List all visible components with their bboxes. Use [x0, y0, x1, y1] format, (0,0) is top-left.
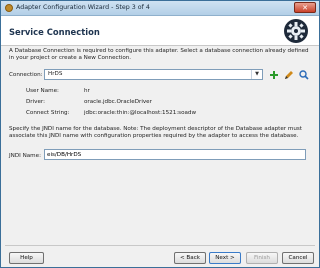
wizard-window: Adapter Configuration Wizard - Step 3 of… — [0, 0, 320, 268]
jndi-name-label: JNDI Name: — [9, 153, 41, 159]
gear-icon — [284, 19, 308, 43]
connection-select[interactable]: HrDS ▼ — [44, 69, 263, 80]
search-icon[interactable] — [299, 70, 309, 80]
driver-value: oracle.jdbc.OracleDriver — [84, 99, 152, 105]
title-bar: Adapter Configuration Wizard - Step 3 of… — [1, 1, 319, 16]
user-name-value: hr — [84, 88, 90, 94]
jndi-name-field[interactable] — [44, 149, 306, 160]
wizard-header: Service Connection — [1, 16, 319, 46]
connection-label: Connection: — [9, 72, 43, 78]
jndi-description: Specify the JNDI name for the database. … — [9, 126, 302, 140]
next-button[interactable]: Next > — [209, 252, 241, 264]
connect-string-value: jdbc:oracle:thin:@localhost:1521:soadw — [84, 110, 197, 116]
intro-text: A Database Connection is required to con… — [9, 48, 309, 62]
cancel-button[interactable]: Cancel — [282, 252, 314, 264]
chevron-down-icon[interactable]: ▼ — [251, 70, 262, 79]
help-button[interactable]: Help — [9, 252, 44, 264]
add-icon[interactable] — [269, 70, 279, 80]
finish-button: Finish — [246, 252, 278, 264]
connection-value: HrDS — [48, 71, 63, 77]
jndi-name-input[interactable] — [45, 150, 305, 159]
connect-string-label: Connect String: — [26, 110, 70, 116]
window-title: Adapter Configuration Wizard - Step 3 of… — [16, 4, 150, 11]
user-name-label: User Name: — [26, 88, 59, 94]
driver-label: Driver: — [26, 99, 45, 105]
wizard-content: A Database Connection is required to con… — [1, 46, 319, 246]
app-icon — [5, 4, 13, 12]
footer-divider — [5, 245, 315, 246]
close-button[interactable]: ✕ — [294, 2, 316, 13]
back-button[interactable]: < Back — [174, 252, 206, 264]
edit-icon[interactable] — [284, 70, 294, 80]
page-title: Service Connection — [9, 27, 100, 37]
